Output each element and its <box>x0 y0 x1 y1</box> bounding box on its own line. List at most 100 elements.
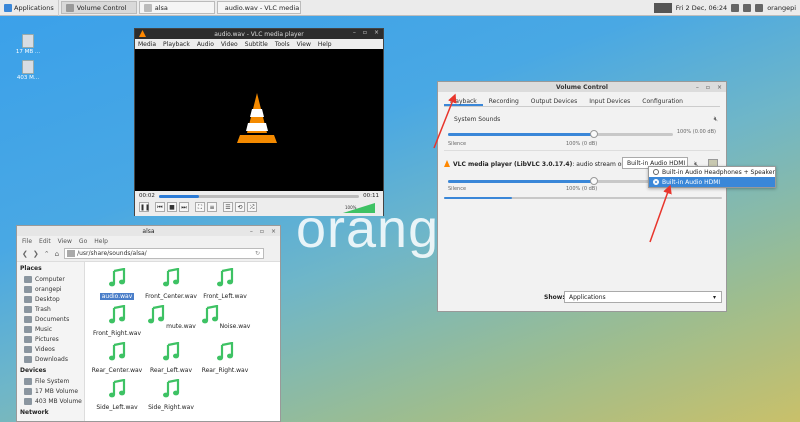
place-icon <box>24 335 32 343</box>
music-note-icon <box>163 267 180 287</box>
desktop-drive-17mb[interactable]: 17 MB ... <box>14 34 42 55</box>
menu-tools[interactable]: Tools <box>275 41 290 48</box>
up-icon[interactable]: ⌃ <box>44 250 50 258</box>
stream-volume-slider[interactable] <box>448 177 673 185</box>
music-note-icon <box>148 304 165 324</box>
sidebar-item-documents[interactable]: Documents <box>17 314 84 324</box>
shuffle-button[interactable]: ⤮ <box>247 202 257 212</box>
task-volume-control[interactable]: Volume Control <box>60 1 137 14</box>
menu-help[interactable]: Help <box>318 41 332 48</box>
sidebar-item-computer[interactable]: Computer <box>17 274 84 284</box>
loop-button[interactable]: ⟲ <box>235 202 245 212</box>
minimize-icon[interactable]: – <box>696 84 699 91</box>
option-hdmi[interactable]: Built-in Audio HDMI <box>649 177 775 187</box>
sidebar-item-downloads[interactable]: Downloads <box>17 354 84 364</box>
sidebar-item-device[interactable]: 17 MB Volume <box>17 386 84 396</box>
close-icon[interactable]: × <box>717 84 722 91</box>
files-titlebar[interactable]: alsa – ▫ × <box>17 226 280 236</box>
user-icon[interactable] <box>755 4 764 12</box>
task-vlc[interactable]: audio.wav - VLC media ... <box>216 1 301 14</box>
menu-audio[interactable]: Audio <box>197 41 214 48</box>
seek-slider[interactable] <box>158 194 360 198</box>
home-icon[interactable]: ⌂ <box>55 250 59 258</box>
file-item[interactable]: Rear_Left.wav <box>145 341 197 374</box>
file-item[interactable]: Front_Right.wav <box>91 304 143 337</box>
maximize-icon[interactable]: ▫ <box>706 84 710 91</box>
tab-output-devices[interactable]: Output Devices <box>525 96 583 106</box>
volume-slider[interactable]: 100% <box>343 203 375 213</box>
menu-help[interactable]: Help <box>94 238 108 245</box>
file-item[interactable]: Front_Center.wav <box>145 267 197 300</box>
show-label: Show: <box>544 294 565 301</box>
stop-button[interactable]: ■ <box>167 202 177 212</box>
file-item[interactable]: Side_Left.wav <box>91 378 143 411</box>
panel-tray: Fri 2 Dec, 06:24 orangepi <box>653 0 796 16</box>
applications-menu[interactable]: Applications <box>0 0 59 16</box>
file-item[interactable]: Rear_Center.wav <box>91 341 143 374</box>
extended-settings-button[interactable]: ≡ <box>207 202 217 212</box>
file-item[interactable]: mute.wav <box>145 304 197 330</box>
show-filter-select[interactable]: Applications ▾ <box>564 291 722 303</box>
menu-playback[interactable]: Playback <box>163 41 190 48</box>
pause-button[interactable]: ❚❚ <box>139 202 150 212</box>
files-sidebar: Places Computer orangepi Desktop Trash Docume… <box>17 262 85 421</box>
places-header: Places <box>20 265 42 272</box>
sidebar-item-music[interactable]: Music <box>17 324 84 334</box>
sidebar-item-device[interactable]: 403 MB Volume <box>17 396 84 406</box>
task-alsa[interactable]: alsa <box>138 1 215 14</box>
menu-media[interactable]: Media <box>138 41 156 48</box>
network-icon[interactable] <box>731 4 740 12</box>
close-icon[interactable]: × <box>374 29 379 36</box>
option-headphones-speaker[interactable]: Built-in Audio Headphones + Speaker <box>649 167 775 177</box>
sidebar-item-trash[interactable]: Trash <box>17 304 84 314</box>
menu-view[interactable]: View <box>58 238 72 245</box>
back-icon[interactable]: ❮ <box>22 250 28 258</box>
file-item[interactable]: Side_Right.wav <box>145 378 197 411</box>
menu-view[interactable]: View <box>297 41 311 48</box>
vlc-titlebar[interactable]: audio.wav - VLC media player – ▫ × <box>135 29 383 39</box>
file-item[interactable]: Front_Left.wav <box>199 267 251 300</box>
menu-icon <box>4 3 12 12</box>
close-icon[interactable]: × <box>271 228 276 235</box>
reload-icon[interactable]: ↻ <box>255 250 260 257</box>
location-bar[interactable]: /usr/share/sounds/alsa/↻ <box>64 248 265 259</box>
sidebar-item-device[interactable]: File System <box>17 376 84 386</box>
minimize-icon[interactable]: – <box>250 228 253 235</box>
tab-configuration[interactable]: Configuration <box>636 96 689 106</box>
file-item[interactable]: audio.wav <box>91 267 143 300</box>
stream-app-label: VLC media player (LibVLC 3.0.17.4) <box>453 161 573 168</box>
next-button[interactable]: ⏭ <box>179 202 189 212</box>
fullscreen-button[interactable]: ⛶ <box>195 202 205 212</box>
previous-button[interactable]: ⏮ <box>155 202 165 212</box>
minimize-icon[interactable]: – <box>353 29 356 36</box>
playlist-button[interactable]: ☰ <box>223 202 233 212</box>
menu-go[interactable]: Go <box>79 238 87 245</box>
file-item[interactable]: Rear_Right.wav <box>199 341 251 374</box>
mute-icon[interactable]: 🔇︎ <box>714 115 718 124</box>
maximize-icon[interactable]: ▫ <box>363 29 367 36</box>
folder-icon <box>67 250 76 257</box>
volume-titlebar[interactable]: Volume Control – ▫ × <box>438 82 726 92</box>
menu-video[interactable]: Video <box>221 41 238 48</box>
username[interactable]: orangepi <box>767 4 796 12</box>
sidebar-item-orangepi[interactable]: orangepi <box>17 284 84 294</box>
volume-icon[interactable] <box>743 4 752 12</box>
workspace-switcher[interactable] <box>653 3 672 13</box>
menu-file[interactable]: File <box>22 238 32 245</box>
tab-input-devices[interactable]: Input Devices <box>583 96 636 106</box>
folder-icon <box>143 3 152 12</box>
maximize-icon[interactable]: ▫ <box>260 228 264 235</box>
menu-edit[interactable]: Edit <box>39 238 51 245</box>
tab-playback[interactable]: Playback <box>444 96 483 106</box>
sidebar-item-videos[interactable]: Videos <box>17 344 84 354</box>
sidebar-item-pictures[interactable]: Pictures <box>17 334 84 344</box>
sidebar-item-desktop[interactable]: Desktop <box>17 294 84 304</box>
tab-recording[interactable]: Recording <box>483 96 525 106</box>
file-item[interactable]: Noise.wav <box>199 304 251 330</box>
clock[interactable]: Fri 2 Dec, 06:24 <box>676 4 727 12</box>
forward-icon[interactable]: ❯ <box>33 250 39 258</box>
video-area[interactable] <box>135 49 383 191</box>
system-sounds-slider[interactable] <box>448 130 673 138</box>
desktop-drive-403mb[interactable]: 403 M... <box>14 60 42 81</box>
menu-subtitle[interactable]: Subtitle <box>245 41 268 48</box>
